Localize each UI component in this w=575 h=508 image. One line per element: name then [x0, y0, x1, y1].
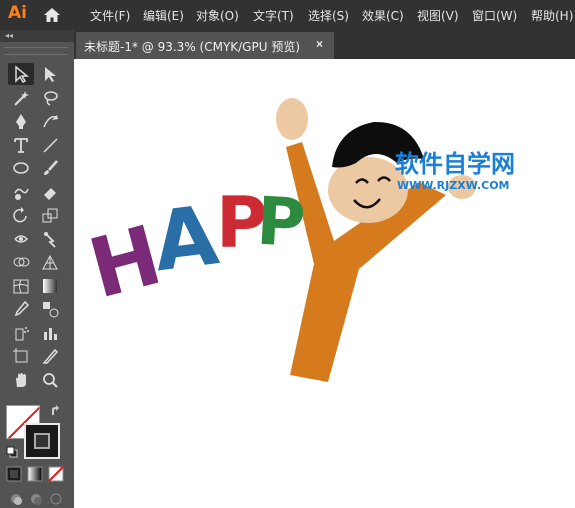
ellipse-tool-icon[interactable] [8, 157, 34, 179]
home-icon[interactable] [42, 5, 62, 25]
scale-tool-icon[interactable] [37, 204, 63, 226]
curvature-tool-icon[interactable] [37, 110, 63, 132]
zoom-tool-icon[interactable] [37, 369, 63, 391]
close-tab-icon[interactable]: × [316, 37, 323, 51]
left-hand [276, 98, 308, 140]
gradient-tool-icon[interactable] [37, 275, 63, 297]
shape-builder-tool-icon[interactable] [8, 251, 34, 273]
stroke-swatch[interactable] [24, 423, 60, 459]
menu-view[interactable]: 视图(V) [417, 7, 459, 24]
eraser-tool-icon[interactable] [37, 181, 63, 203]
lasso-tool-icon[interactable] [37, 87, 63, 109]
document-tab-title: 未标题-1* @ 93.3% (CMYK/GPU 预览) [84, 40, 301, 54]
menu-effect[interactable]: 效果(C) [362, 7, 404, 24]
letter-a: A [148, 188, 223, 290]
menu-bar: Ai 文件(F) 编辑(E) 对象(O) 文字(T) 选择(S) 效果(C) 视… [0, 0, 575, 30]
watermark-title: 软件自学网 [395, 150, 515, 178]
type-tool-icon[interactable] [8, 134, 34, 156]
collapse-panel-icon[interactable]: ◂◂ [5, 31, 13, 40]
rotate-tool-icon[interactable] [8, 204, 34, 226]
menu-type[interactable]: 文字(T) [253, 7, 294, 24]
line-segment-tool-icon[interactable] [37, 134, 63, 156]
color-mode-icon[interactable] [6, 466, 22, 482]
default-colors-icon[interactable] [6, 446, 18, 458]
toolbar-grip[interactable] [4, 47, 68, 55]
perspective-grid-tool-icon[interactable] [37, 251, 63, 273]
blend-tool-icon[interactable] [37, 298, 63, 320]
watermark-url: WWW.RJZXW.COM [397, 179, 510, 192]
menu-select[interactable]: 选择(S) [308, 7, 349, 24]
menu-object[interactable]: 对象(O) [196, 7, 239, 24]
menu-file[interactable]: 文件(F) [90, 7, 130, 24]
document-tab[interactable]: 未标题-1* @ 93.3% (CMYK/GPU 预览) [76, 32, 334, 59]
app-logo: Ai [8, 3, 27, 23]
none-mode-icon[interactable] [48, 466, 64, 482]
menu-help[interactable]: 帮助(H) [531, 7, 573, 24]
menu-window[interactable]: 窗口(W) [472, 7, 517, 24]
mesh-tool-icon[interactable] [8, 275, 34, 297]
hand-tool-icon[interactable] [8, 369, 34, 391]
direct-selection-tool-icon[interactable] [37, 63, 63, 85]
artboard-tool-icon[interactable] [8, 345, 34, 367]
width-tool-icon[interactable] [8, 228, 34, 250]
magic-wand-tool-icon[interactable] [8, 87, 34, 109]
draw-modes-icon[interactable] [8, 491, 66, 507]
menu-edit[interactable]: 编辑(E) [143, 7, 184, 24]
eyedropper-tool-icon[interactable] [8, 298, 34, 320]
happy-illustration: H A P P 软件自学网 WWW.RJZXW.COM [80, 98, 515, 382]
slice-tool-icon[interactable] [37, 345, 63, 367]
letter-p-green: P [255, 183, 307, 262]
column-graph-tool-icon[interactable] [37, 322, 63, 344]
pen-tool-icon[interactable] [8, 110, 34, 132]
selection-tool-icon[interactable] [8, 63, 34, 85]
puppet-warp-tool-icon[interactable] [37, 228, 63, 250]
gradient-mode-icon[interactable] [27, 466, 43, 482]
shaper-tool-icon[interactable] [8, 181, 34, 203]
symbol-sprayer-tool-icon[interactable] [8, 322, 34, 344]
artboard-canvas[interactable]: H A P P 软件自学网 WWW.RJZXW.COM [74, 59, 575, 508]
stroke-swatch-inner [34, 433, 50, 449]
paintbrush-tool-icon[interactable] [37, 157, 63, 179]
swap-colors-icon[interactable] [50, 405, 62, 417]
